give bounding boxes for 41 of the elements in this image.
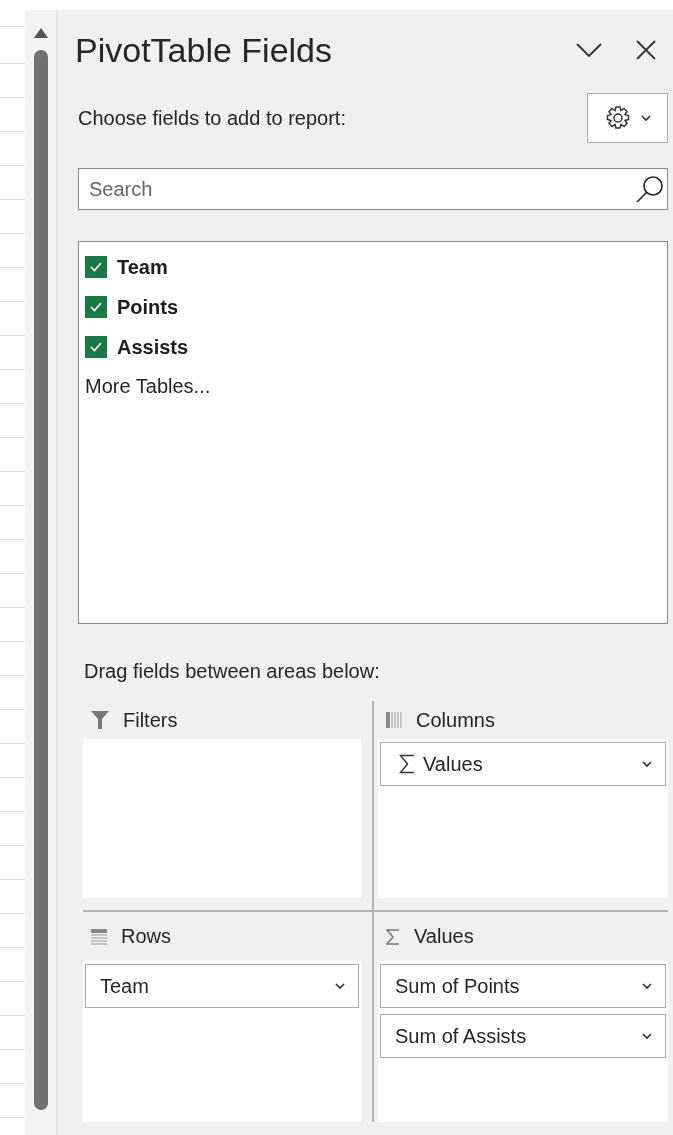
field-label[interactable]: Points — [117, 295, 179, 319]
field-dropdown[interactable]: Sum of Assists — [380, 1014, 666, 1058]
check-icon[interactable] — [89, 341, 103, 353]
scroll-up-icon[interactable] — [33, 28, 48, 38]
settings-button[interactable] — [587, 93, 668, 143]
drop-area[interactable]: Values — [378, 739, 668, 898]
scrollbar-thumb[interactable] — [33, 50, 48, 1110]
panel-title: PivotTable Fields — [75, 30, 333, 70]
caret-icon[interactable] — [641, 982, 653, 990]
choose-fields-label: Choose fields to add to report: — [78, 106, 346, 130]
field-dropdown[interactable]: Values — [380, 742, 666, 786]
collapse-icon[interactable] — [576, 42, 602, 58]
check-icon[interactable] — [89, 301, 103, 313]
close-icon[interactable] — [636, 40, 656, 60]
caret-icon[interactable] — [639, 114, 652, 122]
caret-icon[interactable] — [334, 982, 346, 990]
filter-icon — [91, 711, 109, 729]
search-field[interactable]: Search — [78, 168, 668, 210]
checkbox[interactable] — [85, 296, 107, 318]
field-dropdown[interactable]: Sum of Points — [380, 964, 666, 1008]
field-label[interactable]: Team — [117, 255, 168, 279]
more-tables-link[interactable]: More Tables... — [85, 375, 211, 398]
caret-icon[interactable] — [641, 1032, 653, 1040]
search-icon[interactable] — [635, 174, 665, 204]
area-label: Values — [414, 925, 474, 948]
caret-icon[interactable] — [641, 760, 653, 768]
drop-area[interactable]: Sum of Points Sum of Assists — [378, 961, 668, 1122]
field-dropdown[interactable]: Team — [85, 964, 359, 1008]
area-label: Filters — [123, 708, 178, 732]
area-label: Columns — [416, 708, 495, 732]
sigma-icon — [386, 928, 400, 945]
areas-label: Drag fields between areas below: — [84, 660, 381, 683]
area-label: Rows — [121, 925, 171, 948]
sigma-icon — [399, 754, 415, 774]
drop-area[interactable]: Team — [83, 961, 361, 1122]
checkbox[interactable] — [85, 336, 107, 358]
columns-icon — [386, 712, 402, 728]
field-label[interactable]: Assists — [117, 335, 189, 359]
rows-icon — [91, 928, 107, 945]
checkbox[interactable] — [85, 256, 107, 278]
check-icon[interactable] — [89, 261, 103, 273]
